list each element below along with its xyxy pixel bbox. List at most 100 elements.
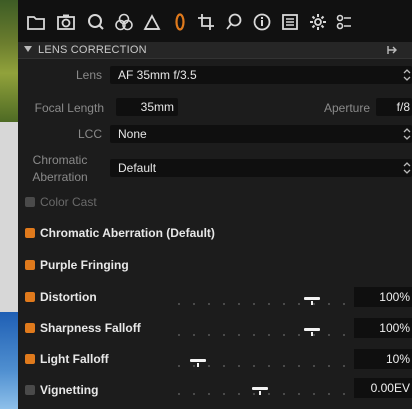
chromatic-label-line2: Aberration: [32, 170, 88, 184]
slider-thumb[interactable]: [304, 328, 320, 331]
section-title: LENS CORRECTION: [38, 44, 147, 56]
distortion-checkbox[interactable]: [25, 292, 35, 302]
light-falloff-checkbox[interactable]: [25, 354, 35, 364]
slider-tick: [193, 393, 195, 395]
slider-tick: [268, 334, 270, 336]
chromatic-label-line1: Chromatic: [32, 153, 88, 167]
slider-tick: [298, 393, 300, 395]
slider-tick: [193, 303, 195, 305]
slider-thumb[interactable]: [190, 359, 206, 362]
slider-tick: [193, 365, 195, 367]
lens-correction-header[interactable]: LENS CORRECTION: [18, 42, 412, 59]
slider-tick: [328, 393, 330, 395]
lens-icon[interactable]: [168, 10, 192, 34]
slider-tick: [253, 303, 255, 305]
chromatic-aberration-label: Chromatic Aberration (Default): [40, 226, 215, 240]
camera-icon[interactable]: [54, 10, 78, 34]
background-blue: [0, 312, 18, 409]
slider-tick: [298, 365, 300, 367]
vignetting-label: Vignetting: [40, 383, 99, 397]
slider-tick: [208, 365, 210, 367]
slider-thumb[interactable]: [304, 297, 320, 300]
slider-tick: [268, 365, 270, 367]
slider-tick: [223, 334, 225, 336]
crop-icon[interactable]: [194, 10, 218, 34]
info-icon[interactable]: [250, 10, 274, 34]
lens-select[interactable]: AF 35mm f/3.5: [110, 66, 412, 84]
sharpness-falloff-label: Sharpness Falloff: [40, 321, 141, 335]
slider-tick: [268, 393, 270, 395]
vignetting-value[interactable]: 0.00EV: [354, 378, 412, 398]
slider-tick: [328, 303, 330, 305]
heal-icon[interactable]: [222, 10, 246, 34]
slider-tick: [238, 303, 240, 305]
slider-tick: [268, 303, 270, 305]
folder-icon[interactable]: [24, 10, 48, 34]
list-icon[interactable]: [278, 10, 302, 34]
slider-thumb[interactable]: [252, 387, 268, 390]
lens-label: Lens: [75, 68, 102, 82]
slider-thumb-tick: [311, 332, 313, 336]
slider-tick: [343, 303, 345, 305]
gear-icon[interactable]: [306, 10, 330, 34]
aperture-field[interactable]: f/8: [376, 98, 412, 116]
slider-tick: [208, 334, 210, 336]
slider-thumb-tick: [197, 363, 199, 367]
slider-tick: [238, 393, 240, 395]
lcc-label: LCC: [77, 127, 102, 141]
select-arrows-icon: [403, 69, 411, 81]
slider-tick: [208, 303, 210, 305]
slider-tick: [178, 303, 180, 305]
collapse-arrow-icon[interactable]: [24, 46, 32, 52]
slider-tick: [223, 303, 225, 305]
lcc-select[interactable]: None: [110, 125, 412, 143]
slider-tick: [208, 393, 210, 395]
sharpness-falloff-slider[interactable]: [172, 328, 348, 336]
light-falloff-slider[interactable]: [172, 359, 348, 367]
background-photo: [0, 0, 18, 122]
light-falloff-label: Light Falloff: [40, 352, 109, 366]
tool-toolbar: [18, 0, 412, 43]
focal-length-label: Focal Length: [34, 101, 104, 115]
slider-tick: [313, 303, 315, 305]
distortion-slider[interactable]: [172, 297, 348, 305]
batch-icon[interactable]: [332, 10, 356, 34]
lcc-value: None: [118, 127, 147, 141]
triangle-icon[interactable]: [140, 10, 164, 34]
distortion-value[interactable]: 100%: [354, 287, 412, 307]
sharpness-falloff-value[interactable]: 100%: [354, 318, 412, 338]
purple-fringing-label: Purple Fringing: [40, 258, 129, 272]
chromatic-value: Default: [118, 161, 157, 175]
reset-icon[interactable]: [385, 44, 399, 56]
select-arrows-icon: [403, 162, 411, 174]
slider-thumb-tick: [311, 301, 313, 305]
slider-tick: [283, 334, 285, 336]
slider-thumb-tick: [259, 391, 261, 395]
slider-tick: [283, 303, 285, 305]
slider-tick: [343, 365, 345, 367]
purple-fringing-checkbox[interactable]: [25, 260, 35, 270]
slider-tick: [343, 334, 345, 336]
select-arrows-icon: [403, 128, 411, 140]
slider-tick: [298, 334, 300, 336]
focal-length-field[interactable]: 35mm: [116, 98, 178, 116]
slider-tick: [328, 365, 330, 367]
slider-tick: [193, 334, 195, 336]
vignetting-slider[interactable]: [172, 387, 348, 395]
slider-tick: [343, 393, 345, 395]
slider-tick: [253, 393, 255, 395]
background-strip: [0, 122, 18, 312]
vignetting-checkbox[interactable]: [25, 385, 35, 395]
slider-tick: [238, 365, 240, 367]
color-circles-icon[interactable]: [112, 10, 136, 34]
light-falloff-value[interactable]: 10%: [354, 349, 412, 369]
sharpness-falloff-checkbox[interactable]: [25, 323, 35, 333]
chromatic-aberration-select[interactable]: Default: [110, 159, 412, 177]
slider-tick: [283, 393, 285, 395]
slider-tick: [298, 303, 300, 305]
chromatic-aberration-checkbox[interactable]: [25, 228, 35, 238]
search-icon[interactable]: [84, 10, 108, 34]
lens-value: AF 35mm f/3.5: [118, 68, 197, 82]
color-cast-checkbox[interactable]: [25, 197, 35, 207]
slider-tick: [223, 393, 225, 395]
